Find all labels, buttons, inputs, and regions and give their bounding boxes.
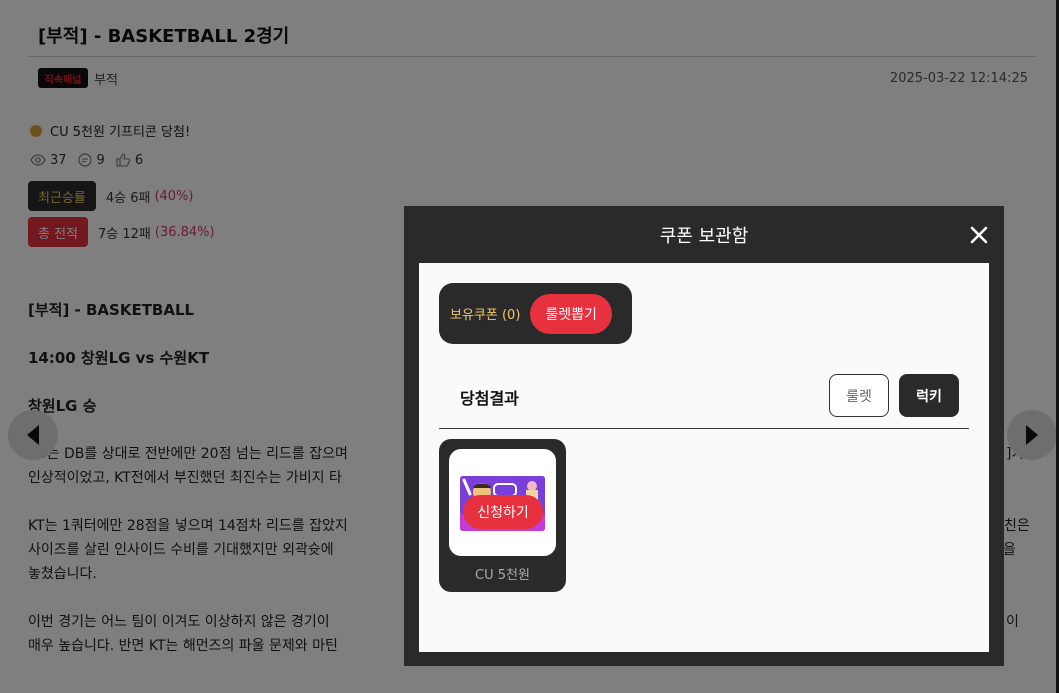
modal-content: 보유쿠폰 (0) 룰렛뽑기 당첨결과 룰렛 럭키 신청하기 CU 5천원 xyxy=(419,263,989,652)
filter-roulette-button[interactable]: 룰렛 xyxy=(829,374,889,417)
coupon-bar: 보유쿠폰 (0) 룰렛뽑기 xyxy=(439,283,632,344)
coupon-name: CU 5천원 xyxy=(475,568,530,583)
coupon-card: 신청하기 CU 5천원 xyxy=(439,439,566,592)
filter-lucky-button[interactable]: 럭키 xyxy=(899,374,959,417)
modal-title: 쿠폰 보관함 xyxy=(659,226,749,247)
coupon-image: 신청하기 xyxy=(449,449,556,556)
roulette-draw-button[interactable]: 룰렛뽑기 xyxy=(530,293,612,334)
result-label: 당첨결과 xyxy=(460,389,519,408)
coupon-count: 보유쿠폰 (0) xyxy=(450,308,521,323)
result-divider xyxy=(439,428,969,429)
close-button[interactable] xyxy=(966,222,992,248)
apply-button[interactable]: 신청하기 xyxy=(463,495,543,529)
coupon-modal: 쿠폰 보관함 보유쿠폰 (0) 룰렛뽑기 당첨결과 룰렛 럭키 신청하기 CU … xyxy=(404,206,1004,666)
close-icon xyxy=(970,226,988,244)
